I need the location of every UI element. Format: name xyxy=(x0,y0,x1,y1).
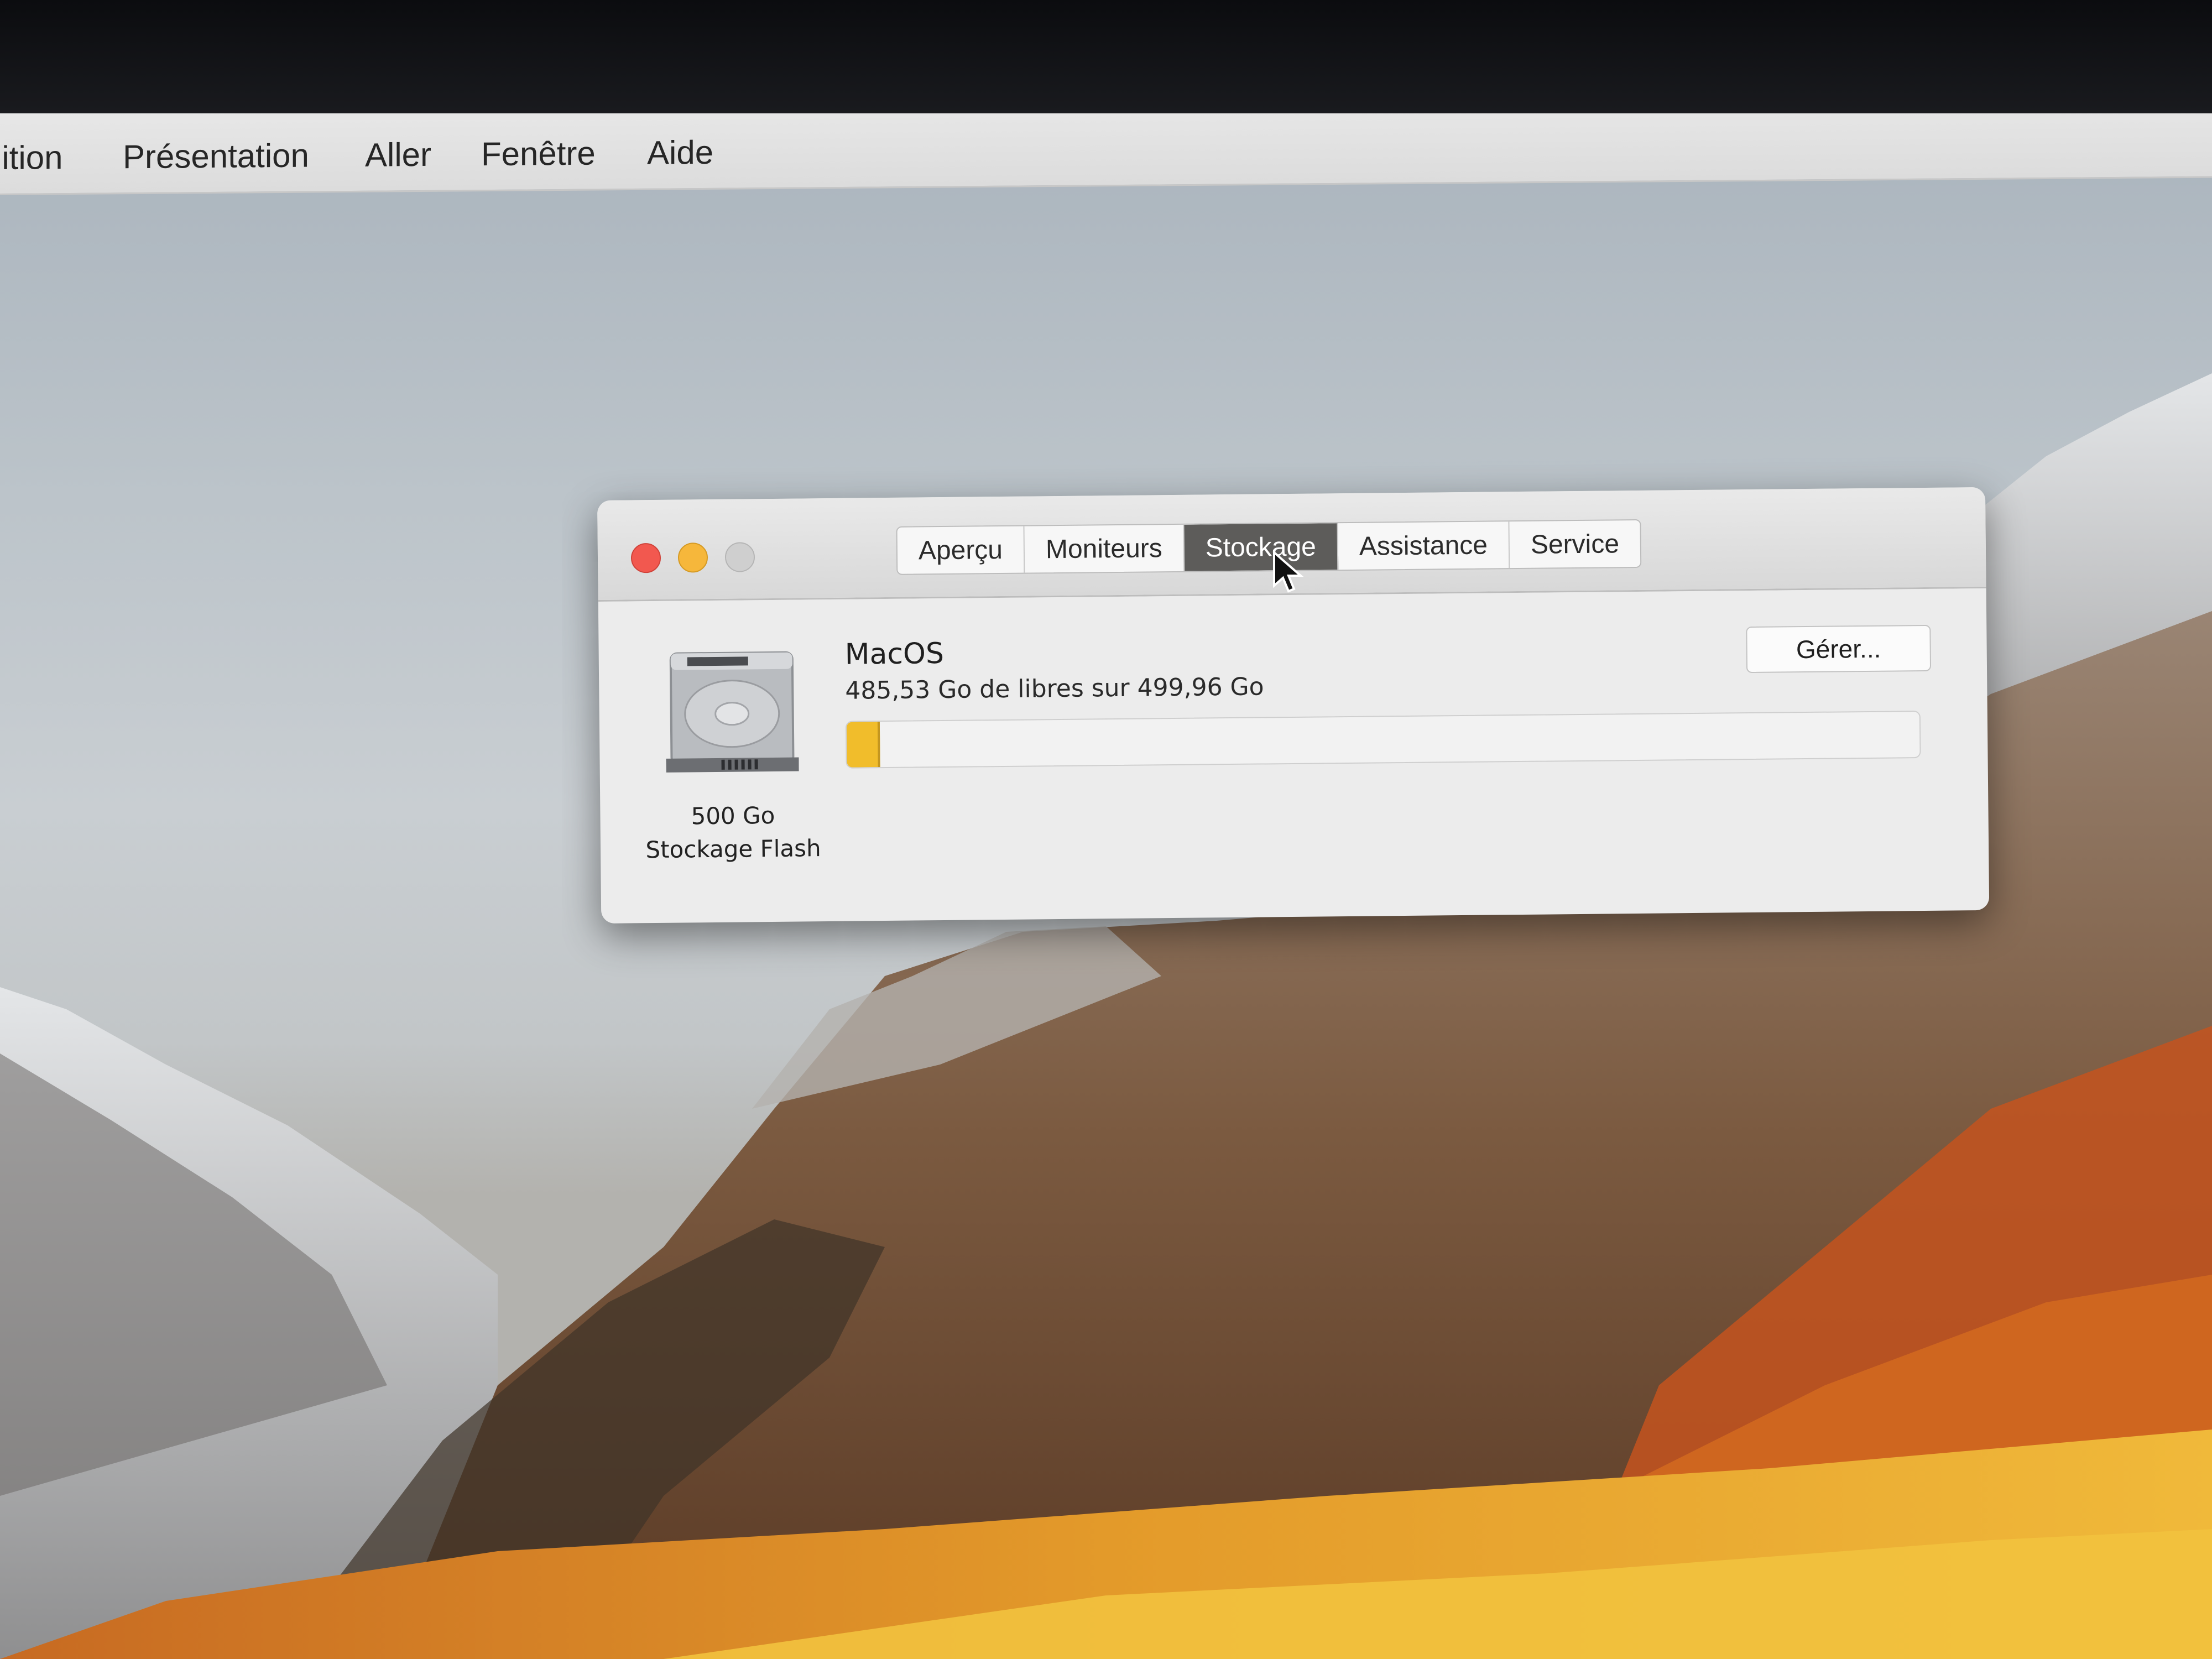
volume-free-space: 485,53 Go de libres sur 499,96 Go xyxy=(845,672,1264,705)
tab-apercu[interactable]: Aperçu xyxy=(897,526,1025,574)
menu-edition[interactable]: dition xyxy=(0,138,62,177)
tab-moniteurs[interactable]: Moniteurs xyxy=(1024,524,1185,573)
volume-name: MacOS xyxy=(844,637,945,671)
tab-stockage[interactable]: Stockage xyxy=(1184,523,1339,571)
manage-button[interactable]: Gérer... xyxy=(1746,624,1932,674)
storage-usage-bar[interactable] xyxy=(845,711,1921,769)
disk-size-label: 500 Go xyxy=(691,801,775,830)
mouse-cursor-icon xyxy=(1273,550,1304,593)
tab-bar: Aperçu Moniteurs Stockage Assistance Ser… xyxy=(896,519,1642,575)
storage-panel: 500 Go Stockage Flash MacOS 485,53 Go de… xyxy=(598,588,1989,924)
storage-used-fill xyxy=(846,722,880,768)
menu-fenetre[interactable]: Fenêtre xyxy=(481,134,596,174)
menu-aller[interactable]: Aller xyxy=(365,135,431,174)
minimize-button[interactable] xyxy=(677,542,708,573)
close-button[interactable] xyxy=(630,542,661,573)
monitor-bezel xyxy=(0,0,2212,127)
menu-presentation[interactable]: Présentation xyxy=(123,137,309,176)
zoom-button[interactable] xyxy=(724,542,755,572)
menu-aide[interactable]: Aide xyxy=(647,133,713,172)
disk-kind-label: Stockage Flash xyxy=(645,834,821,864)
tab-service[interactable]: Service xyxy=(1510,520,1641,568)
tab-assistance[interactable]: Assistance xyxy=(1338,521,1510,570)
hard-drive-icon xyxy=(666,651,799,773)
